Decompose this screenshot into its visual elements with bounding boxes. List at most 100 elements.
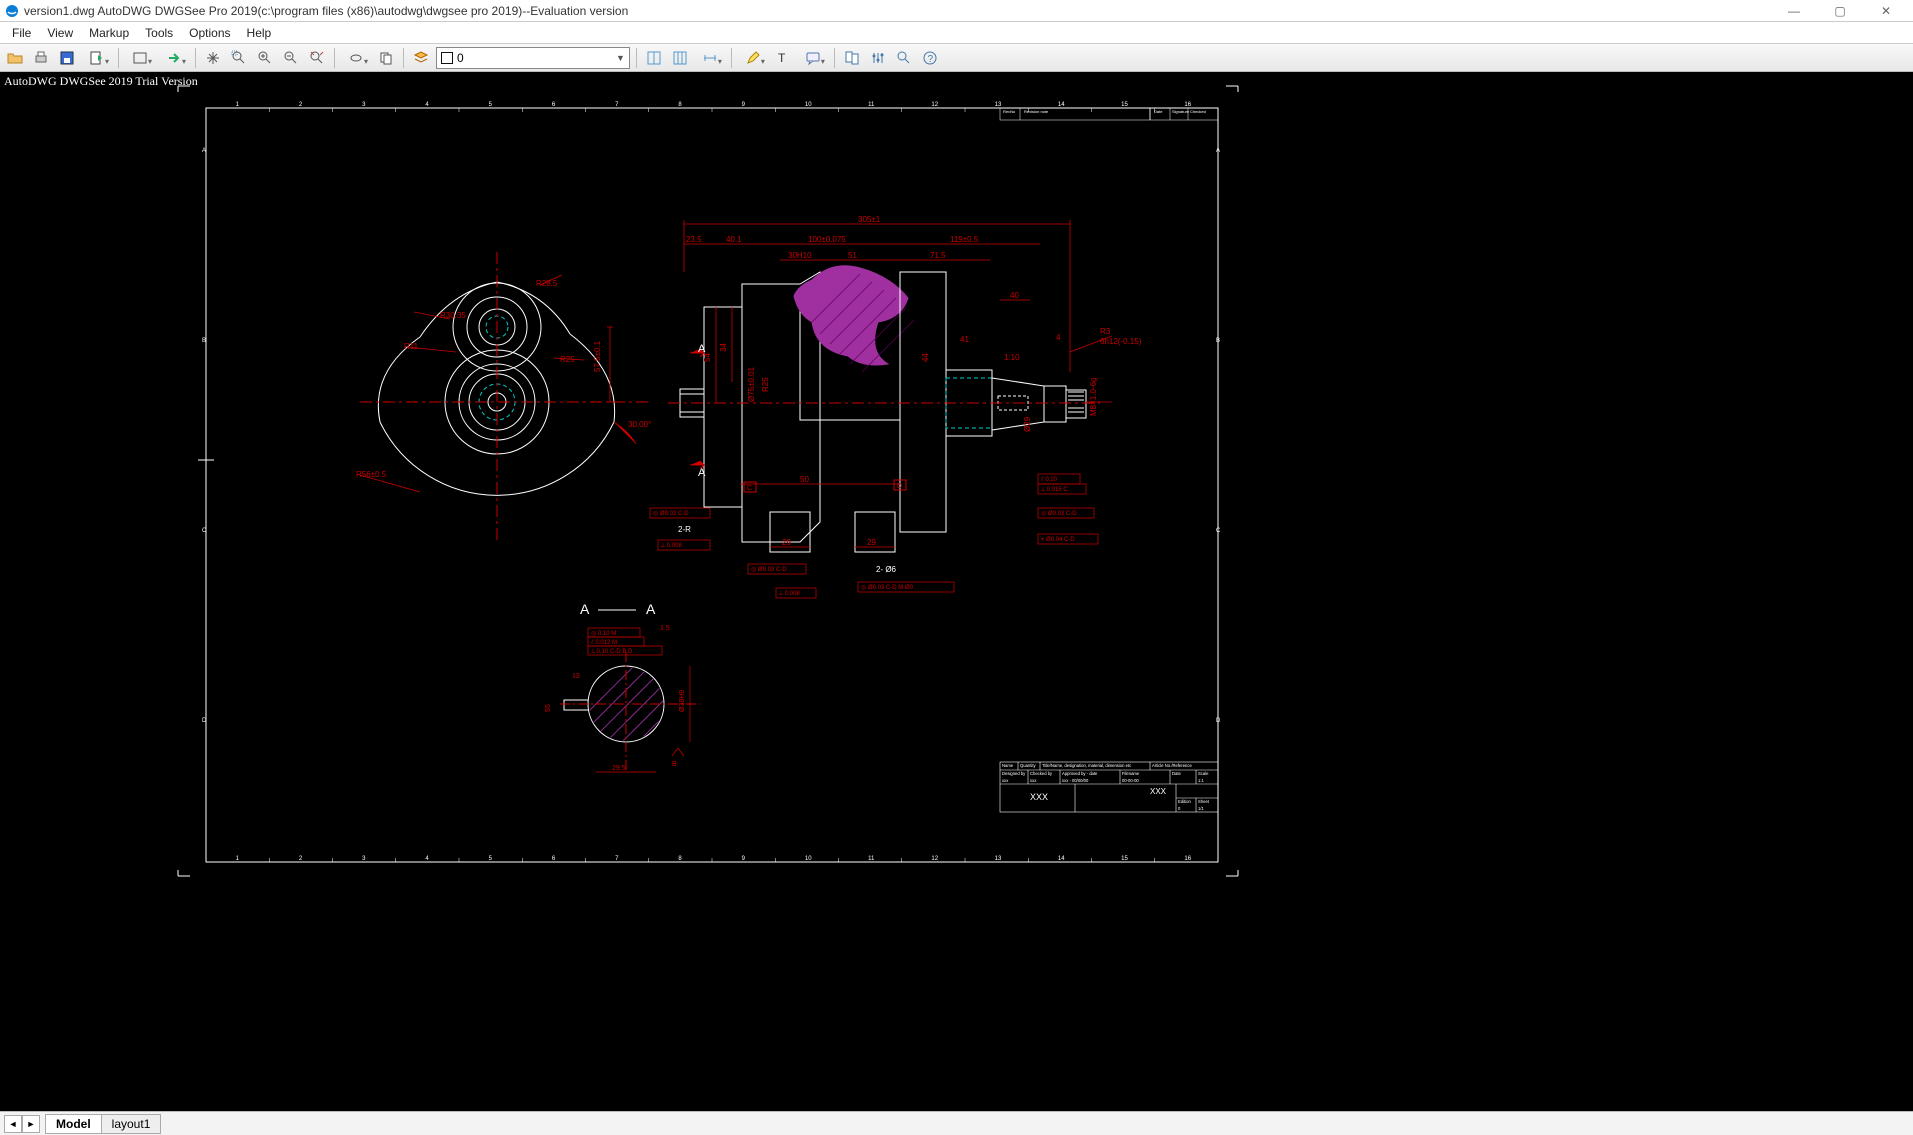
pen-button[interactable] [738,47,768,69]
svg-text:3: 3 [362,102,366,108]
layer-manager-button[interactable] [410,47,432,69]
pan-button[interactable] [202,47,224,69]
svg-text:57.5±0.1: 57.5±0.1 [593,340,602,372]
svg-text:Title/Name, designation, mater: Title/Name, designation, material, dimen… [1042,763,1131,768]
svg-text:7: 7 [615,102,619,108]
app-icon [4,3,20,19]
svg-text:Approved by - date: Approved by - date [1062,771,1098,776]
svg-text:1:1: 1:1 [1198,778,1204,783]
svg-text:4: 4 [1056,333,1061,342]
svg-text:xxx: xxx [1030,778,1037,783]
tab-scroll-right[interactable]: ► [22,1115,40,1133]
svg-text:1:10: 1:10 [1004,353,1020,362]
grid-large-button[interactable] [643,47,665,69]
svg-text:Filename: Filename [1122,771,1140,776]
grid-small-button[interactable] [669,47,691,69]
export-button[interactable] [82,47,112,69]
text-button[interactable]: T [772,47,794,69]
tab-scroll-left[interactable]: ◄ [4,1115,22,1133]
zoom-window-button[interactable] [228,47,250,69]
svg-text:C: C [747,485,752,492]
minimize-button[interactable]: — [1771,0,1817,22]
maximize-button[interactable]: ▢ [1817,0,1863,22]
save-button[interactable] [56,47,78,69]
svg-text:Checked by: Checked by [1030,771,1053,776]
svg-text:◎ 0.10 M: ◎ 0.10 M [591,631,616,637]
svg-text:⌖ Ø0.04 C-D: ⌖ Ø0.04 C-D [1041,537,1075,543]
layer-combo[interactable]: ▼ [436,47,630,69]
layer-input[interactable] [457,51,612,65]
svg-text:⟂ 0.008: ⟂ 0.008 [661,542,682,549]
menu-options[interactable]: Options [181,24,238,42]
svg-text:Article No./Reference: Article No./Reference [1152,763,1192,768]
svg-text:13: 13 [995,102,1002,108]
svg-text:Sheet: Sheet [1198,799,1210,804]
duplicate-button[interactable] [841,47,863,69]
svg-text:Checked: Checked [1190,109,1206,114]
svg-text:3: 3 [362,856,366,862]
svg-text:D: D [897,483,902,490]
svg-text:⫽ 0.20: ⫽ 0.20 [1040,476,1058,483]
settings-levels-button[interactable] [867,47,889,69]
svg-text:13: 13 [572,673,580,680]
svg-text:⟂ 0.015 C: ⟂ 0.015 C [1041,486,1068,493]
svg-text:R56±0.5: R56±0.5 [356,470,387,479]
svg-text:C: C [202,528,207,534]
window-layout-button[interactable] [125,47,155,69]
svg-text:305±1: 305±1 [858,215,881,224]
zoom-out-button[interactable] [280,47,302,69]
copy-button[interactable] [375,47,397,69]
svg-text:30.00°: 30.00° [628,420,651,429]
drawing-canvas[interactable]: AutoDWG DWGSee 2019 Trial Version 112233… [0,72,1913,1111]
zoom-in-button[interactable] [254,47,276,69]
selection-button[interactable] [341,47,371,69]
comment-button[interactable] [798,47,828,69]
svg-text:29: 29 [782,538,791,547]
svg-text:◎ Ø0.03 C-D M Ø0: ◎ Ø0.03 C-D M Ø0 [861,585,914,591]
svg-text:8: 8 [678,102,682,108]
svg-text:41: 41 [960,335,969,344]
svg-text:10: 10 [805,856,812,862]
tab-bar: ◄ ► Model layout1 [0,1111,1913,1135]
svg-text:30H10: 30H10 [788,251,812,260]
separator [636,48,637,68]
svg-text:A: A [202,148,206,154]
print-button[interactable] [30,47,52,69]
svg-text:1/1: 1/1 [1198,806,1204,811]
svg-text:Revision note: Revision note [1024,109,1049,114]
help-button[interactable]: ? [919,47,941,69]
svg-text:R25: R25 [560,355,575,364]
menu-file[interactable]: File [4,24,39,42]
svg-text:14: 14 [1058,856,1065,862]
separator [195,48,196,68]
svg-text:12: 12 [931,102,938,108]
svg-text:R11: R11 [404,342,419,351]
svg-text:⟂ 0.008: ⟂ 0.008 [779,590,800,597]
tab-layout1[interactable]: layout1 [101,1114,162,1134]
svg-text:◎ Ø0.03 C-D: ◎ Ø0.03 C-D [1041,511,1077,517]
menu-view[interactable]: View [39,24,81,42]
menu-tools[interactable]: Tools [137,24,181,42]
svg-text:40: 40 [1010,291,1019,300]
svg-text:Signature: Signature [1172,109,1190,114]
dimension-button[interactable] [695,47,725,69]
svg-text:◎ Ø0.02 C-D: ◎ Ø0.02 C-D [653,511,689,517]
svg-text:2- Ø6: 2- Ø6 [876,565,897,574]
svg-text:6: 6 [552,102,556,108]
svg-text:50: 50 [800,475,809,484]
zoom-extents-button[interactable] [306,47,328,69]
tab-model[interactable]: Model [45,1114,102,1134]
close-button[interactable]: ✕ [1863,0,1909,22]
svg-text:R28.5: R28.5 [536,279,558,288]
svg-text:9: 9 [742,856,746,862]
svg-text:R3: R3 [1100,327,1111,336]
menu-help[interactable]: Help [239,24,280,42]
svg-text:XXX: XXX [1030,792,1048,802]
open-button[interactable] [4,47,26,69]
find-button[interactable] [893,47,915,69]
arrow-right-button[interactable] [159,47,189,69]
svg-text:12: 12 [931,856,938,862]
svg-text:Designed by: Designed by [1002,771,1026,776]
chevron-down-icon: ▼ [612,53,625,63]
menu-markup[interactable]: Markup [81,24,137,42]
